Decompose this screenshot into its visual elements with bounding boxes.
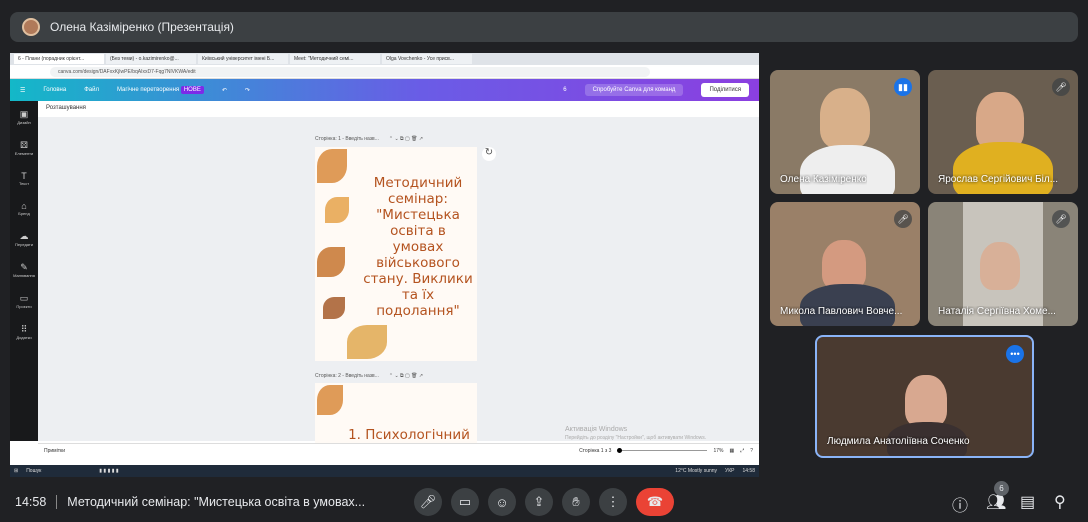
page-1-header: Сторінка: 1 - Введіть назв... ⌃ ⌄ ⧉ ▢ 🗑 ↗ [315, 136, 424, 142]
redo-icon[interactable]: ↷ [245, 87, 250, 94]
page-indicator: Сторінка 1 з 3 [579, 447, 612, 454]
start-icon[interactable]: ⊞ [14, 468, 18, 474]
self-tile[interactable]: ••• Людмила Анатоліївна Соченко [815, 335, 1034, 458]
count: 6 [563, 87, 567, 93]
hand-icon: ✋︎ [572, 494, 580, 509]
end-call-button[interactable]: ☎︎ [636, 488, 674, 516]
participant-name: Людмила Анатоліївна Соченко [827, 436, 970, 447]
language: УКР [725, 468, 735, 474]
slide-2-title: 1. Психологічний [348, 427, 470, 443]
sidebar-item-upload[interactable]: ☁ Передати [15, 231, 33, 247]
browser-tab[interactable]: Київський університет імені Б... [198, 54, 288, 64]
chat-icon[interactable]: ▤ [1020, 492, 1035, 512]
mic-off-icon: 🎤︎ [894, 210, 912, 228]
slide-1-title: Методичний семінар: "Мистецька освіта в … [363, 175, 473, 319]
notes-button[interactable]: Примітки [44, 448, 65, 454]
shared-screen: 6 - Плани (порадник орієнт... (Без теми)… [10, 53, 759, 477]
sidebar-item-text[interactable]: T Текст [19, 171, 29, 186]
info-icon[interactable]: ⓘ [952, 492, 968, 516]
participant-count-badge: 6 [994, 481, 1009, 496]
presenter-title: Олена Казіміренко (Презентація) [50, 20, 234, 34]
mic-off-icon: 🎤︎ [1052, 78, 1070, 96]
clock: 14:58 [742, 468, 755, 474]
try-teams-button[interactable]: Спробуйте Canva для команд [584, 84, 684, 96]
participant-tile[interactable]: 🎤︎ Микола Павлович Вовче... [770, 202, 920, 326]
participant-tile[interactable]: ▮▮ Олена Казіміренко [770, 70, 920, 194]
more-vert-icon: ⋮ [606, 494, 620, 509]
reactions-button[interactable]: ☺ [488, 488, 516, 516]
magic-button[interactable]: Магічне перетворення НОВЕ [116, 86, 204, 94]
canva-toolbar: ☰ Головна Файл Магічне перетворення НОВЕ… [10, 79, 759, 101]
windows-activation-watermark: Активація Windows Перейдіть до розділу "Н… [565, 426, 707, 441]
canva-sidebar: ▣ Дизайн ⚄ Елементи T Текст ⌂ Бренд ☁ Передат… [10, 101, 38, 441]
zoom-level: 17% [713, 447, 724, 454]
address-bar: canva.com/design/DAFxxKjIwPE/bqAIxxD7-Fq… [10, 65, 759, 79]
browser-tab[interactable]: (Без теми) - o.kazimirenko@... [106, 54, 196, 64]
raise-hand-button[interactable]: ✋︎ [562, 488, 590, 516]
meeting-title: Методичний семінар: "Мистецька освіта в … [67, 495, 366, 509]
slide-2[interactable]: 1. Психологічний [315, 383, 477, 443]
url-field[interactable]: canva.com/design/DAFxxKjIwPE/bqAIxxD7-Fq… [50, 66, 650, 77]
home-button[interactable]: Головна [43, 87, 66, 93]
participant-name: Наталія Сергіївна Хоме... [938, 306, 1056, 317]
canvas-area: Розташування Сторінка: 1 - Введіть назв.… [38, 101, 759, 443]
windows-taskbar: ⊞ Пошук ▮ ▮ ▮ ▮ ▮ 12°C Mostly sunny УКР … [10, 465, 759, 477]
file-button[interactable]: Файл [84, 87, 99, 93]
participant-tile[interactable]: 🎤︎ Ярослав Сергійович Біл... [928, 70, 1078, 194]
emoji-icon: ☺ [495, 494, 509, 510]
browser-tab[interactable]: 6 - Плани (порадник орієнт... [14, 54, 104, 64]
sidebar-item-design[interactable]: ▣ Дизайн [17, 109, 30, 125]
speaking-icon: ▮▮ [894, 78, 912, 96]
weather: 12°C Mostly sunny [675, 468, 718, 474]
page-2-header: Сторінка: 2 - Введіть назв... ⌃ ⌄ ⧉ ▢ 🗑 ↗ [315, 373, 424, 379]
layout-label: Розташування [38, 101, 759, 117]
browser-tab[interactable]: Olga Vovchenko - Усе присв... [382, 54, 472, 64]
browser-tab[interactable]: Meet: "Методичний семі... [290, 54, 380, 64]
participant-name: Микола Павлович Вовче... [780, 306, 903, 317]
camera-icon: ▭ [458, 494, 472, 509]
share-button[interactable]: Поділитися [701, 83, 749, 97]
sidebar-item-elements[interactable]: ⚄ Елементи [15, 140, 33, 156]
meeting-time: 14:58 [15, 495, 47, 509]
mic-off-icon: 🎤︎ [1052, 210, 1070, 228]
canva-status-bar: Примітки Сторінка 1 з 3 17% ▦ ⤢ ? [38, 443, 759, 457]
presenter-avatar [22, 18, 40, 36]
sidebar-item-apps[interactable]: ⠿ Додатки [16, 324, 31, 340]
present-button[interactable]: ⇪ [525, 488, 553, 516]
meeting-info: 14:58 Методичний семінар: "Мистецька осв… [15, 495, 365, 509]
browser-tabs: 6 - Плани (порадник орієнт... (Без теми)… [10, 53, 759, 65]
presenter-bar: Олена Казіміренко (Презентація) [10, 12, 1078, 42]
slide-1[interactable]: Методичний семінар: "Мистецька освіта в … [315, 147, 477, 361]
present-icon: ⇪ [533, 494, 545, 509]
mic-button[interactable]: 🎤︎ [414, 488, 442, 516]
phone-hangup-icon: ☎︎ [646, 494, 664, 509]
new-badge: НОВЕ [180, 86, 204, 94]
sidebar-item-brand[interactable]: ⌂ Бренд [18, 201, 30, 216]
undo-icon[interactable]: ↶ [222, 87, 227, 94]
mic-icon: 🎤︎ [419, 494, 437, 509]
sidebar-item-projects[interactable]: ▭ Проєкти [16, 293, 31, 309]
activities-icon[interactable]: ⚲ [1054, 492, 1066, 512]
participant-name: Ярослав Сергійович Біл... [938, 174, 1059, 185]
participant-tile[interactable]: 🎤︎ Наталія Сергіївна Хоме... [928, 202, 1078, 326]
fullscreen-icon[interactable]: ⤢ [740, 448, 744, 454]
refresh-icon[interactable]: ↻ [482, 147, 496, 161]
help-icon[interactable]: ? [750, 448, 753, 454]
taskbar-apps: ▮ ▮ ▮ ▮ ▮ [99, 468, 119, 474]
taskbar-search[interactable]: Пошук [26, 468, 41, 474]
zoom-slider[interactable] [617, 448, 708, 453]
more-options-icon[interactable]: ••• [1006, 345, 1024, 363]
grid-view-icon[interactable]: ▦ [729, 448, 734, 454]
more-options-button[interactable]: ⋮ [599, 488, 627, 516]
sidebar-item-draw[interactable]: ✎ Малювання [13, 262, 35, 278]
menu-icon[interactable]: ☰ [20, 87, 25, 94]
participant-name: Олена Казіміренко [780, 174, 867, 185]
magic-label: Магічне перетворення [116, 87, 180, 93]
camera-button[interactable]: ▭ [451, 488, 479, 516]
